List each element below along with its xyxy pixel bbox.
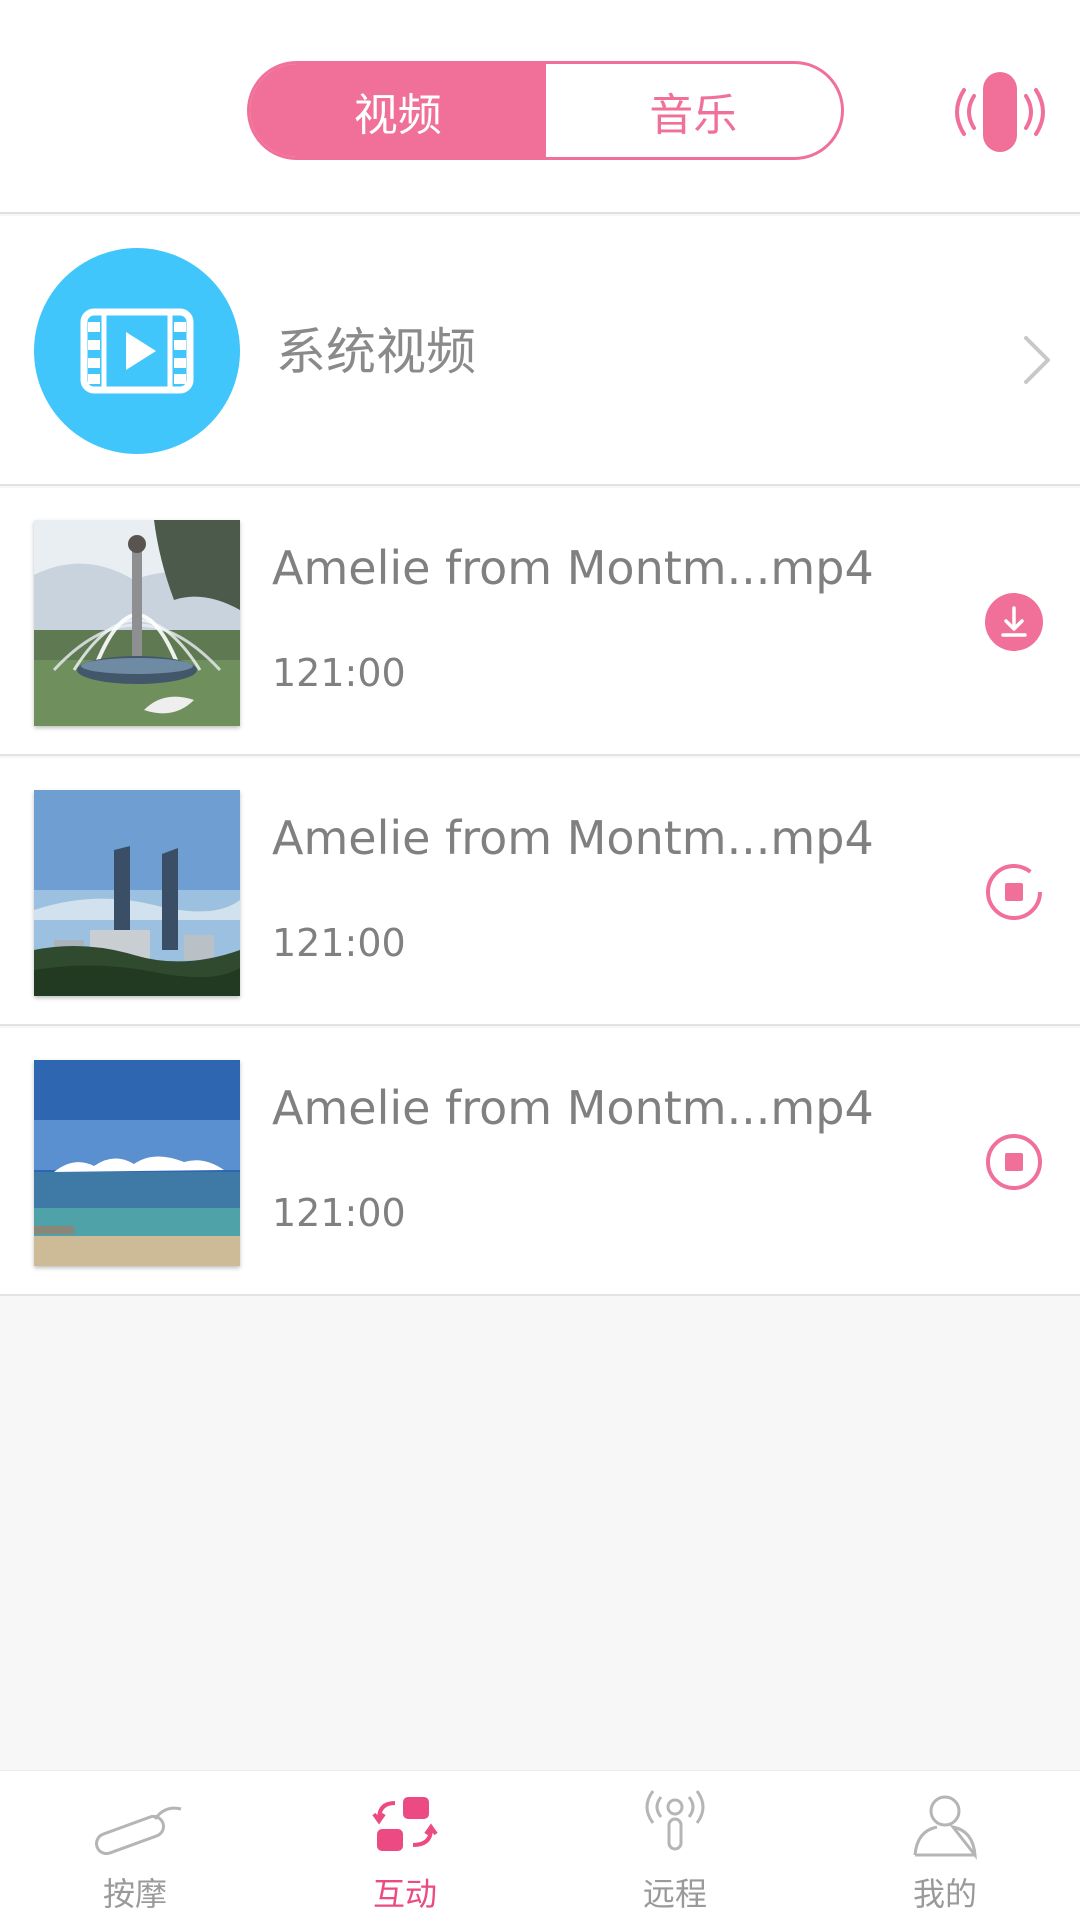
- nav-remote[interactable]: 远程: [540, 1771, 810, 1920]
- video-title: Amelie from Montm...mp4: [272, 811, 874, 865]
- vibrator-signal-icon[interactable]: [950, 62, 1050, 162]
- bottom-nav: 按摩 互动 远程 我的: [0, 1770, 1080, 1920]
- remote-signal-icon: [645, 1790, 705, 1851]
- stop-icon[interactable]: [984, 1132, 1044, 1192]
- nav-interact[interactable]: 互动: [270, 1771, 540, 1920]
- video-thumbnail-fountain: [34, 520, 240, 726]
- video-thumbnail-beach: [34, 1060, 240, 1266]
- app-root: 视频 音乐 系统视频 Amelie from Montm...mp4 121:0…: [0, 0, 1080, 1920]
- video-list-item[interactable]: Amelie from Montm...mp4 121:00: [0, 488, 1080, 756]
- video-title: Amelie from Montm...mp4: [272, 541, 874, 595]
- nav-label: 互动: [372, 1875, 437, 1913]
- video-duration: 121:00: [272, 1191, 406, 1235]
- nav-label: 远程: [642, 1875, 707, 1913]
- nav-label: 按摩: [102, 1875, 167, 1913]
- media-type-toggle: 视频 音乐: [247, 61, 844, 160]
- nav-mine[interactable]: 我的: [810, 1771, 1080, 1920]
- interact-icon: [372, 1797, 438, 1851]
- video-list-item[interactable]: Amelie from Montm...mp4 121:00: [0, 758, 1080, 1026]
- film-play-icon: [34, 248, 240, 454]
- video-thumbnail-twin-towers: [34, 790, 240, 996]
- video-title: Amelie from Montm...mp4: [272, 1081, 874, 1135]
- user-icon: [913, 1795, 977, 1860]
- download-icon[interactable]: [984, 592, 1044, 652]
- video-duration: 121:00: [272, 651, 406, 695]
- system-video-title: 系统视频: [276, 323, 476, 381]
- massager-icon: [95, 1806, 182, 1856]
- top-bar: 视频 音乐: [0, 0, 1080, 214]
- tab-music[interactable]: 音乐: [546, 64, 842, 157]
- system-video-row[interactable]: 系统视频: [0, 216, 1080, 486]
- tab-video[interactable]: 视频: [250, 64, 546, 157]
- stop-loading-icon[interactable]: [984, 862, 1044, 922]
- video-duration: 121:00: [272, 921, 406, 965]
- video-list-item[interactable]: Amelie from Montm...mp4 121:00: [0, 1028, 1080, 1296]
- nav-massage[interactable]: 按摩: [0, 1771, 270, 1920]
- nav-label: 我的: [912, 1875, 977, 1913]
- chevron-right-icon: [1018, 332, 1058, 388]
